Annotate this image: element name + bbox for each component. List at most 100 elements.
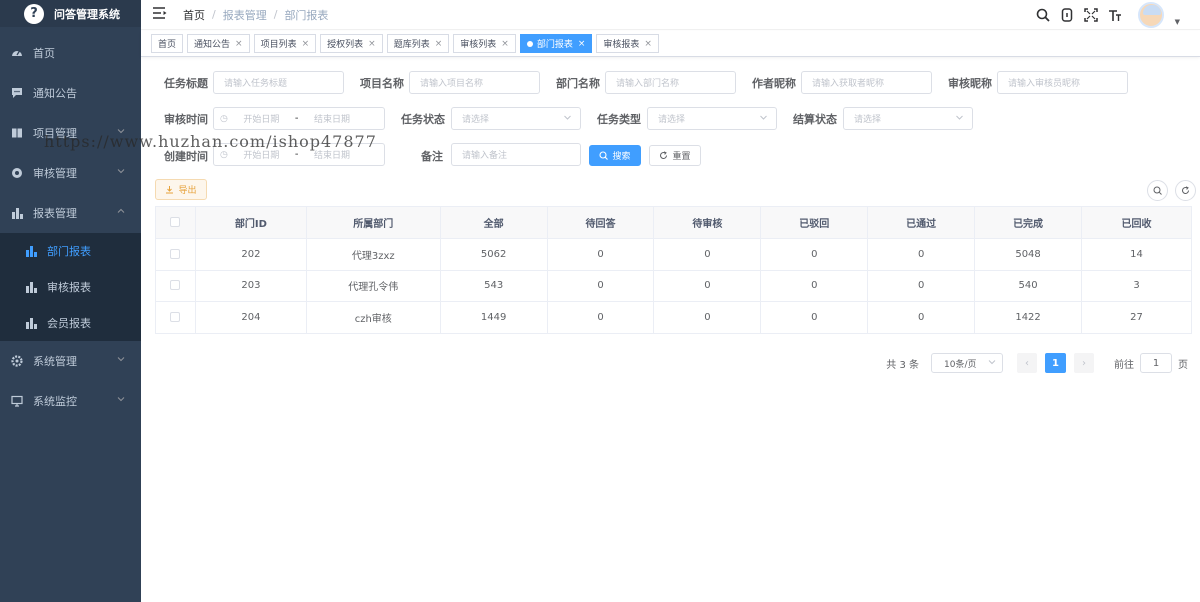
table-cell: 202 bbox=[194, 238, 307, 271]
export-button-label: 导出 bbox=[178, 186, 197, 196]
avatar[interactable] bbox=[1137, 2, 1164, 28]
tag-question-list[interactable]: 题库列表 × bbox=[386, 34, 450, 53]
chevron-down-icon bbox=[563, 113, 572, 125]
bar-chart-icon bbox=[11, 207, 23, 219]
breadcrumb-current: 部门报表 bbox=[284, 8, 329, 22]
close-icon[interactable]: × bbox=[578, 39, 586, 49]
refresh-icon bbox=[660, 151, 668, 159]
search-icon[interactable] bbox=[1036, 8, 1050, 22]
table-cell: 0 bbox=[546, 301, 655, 334]
settle-status-select[interactable]: 请选择 bbox=[843, 107, 973, 130]
sidebar-item-label: 通知公告 bbox=[33, 87, 77, 100]
toggle-search-button[interactable] bbox=[1147, 180, 1168, 201]
row-checkbox[interactable] bbox=[170, 311, 181, 322]
export-button[interactable]: 导出 bbox=[155, 179, 207, 200]
sidebar-item-label: 系统管理 bbox=[33, 355, 77, 368]
task-status-select[interactable]: 请选择 bbox=[451, 107, 581, 130]
sidebar-item-label: 部门报表 bbox=[47, 245, 91, 258]
github-icon[interactable] bbox=[1060, 8, 1074, 22]
goto-page-input[interactable]: 1 bbox=[1140, 353, 1172, 373]
placeholder: 请输入获取者昵称 bbox=[812, 79, 885, 89]
column-header: 已驳回 bbox=[760, 206, 869, 239]
tag-dept-report[interactable]: 部门报表 × bbox=[519, 34, 593, 53]
sidebar-item-notice[interactable]: 通知公告 bbox=[0, 73, 141, 113]
sidebar-item-review[interactable]: 审核管理 bbox=[0, 153, 141, 193]
sidebar-item-review-report[interactable]: 审核报表 bbox=[0, 269, 141, 305]
dept-name-input[interactable]: 请输入部门名称 bbox=[605, 71, 736, 94]
reports-submenu: 部门报表 审核报表 会员报表 bbox=[0, 233, 141, 341]
table-row[interactable]: 202 代理3zxz 5062 0 0 0 0 5048 14 bbox=[155, 238, 1192, 271]
search-button[interactable]: 搜索 bbox=[589, 145, 641, 166]
page-suffix-label: 页 bbox=[1178, 359, 1188, 371]
reviewer-nick-input[interactable]: 请输入审核员昵称 bbox=[997, 71, 1128, 94]
font-size-icon[interactable] bbox=[1108, 8, 1122, 22]
sidebar-item-monitor[interactable]: 系统监控 bbox=[0, 381, 141, 421]
sidebar-item-dept-report[interactable]: 部门报表 bbox=[0, 233, 141, 269]
placeholder: 请选择 bbox=[658, 115, 686, 125]
close-icon[interactable]: × bbox=[501, 39, 509, 49]
book-icon bbox=[11, 127, 23, 139]
project-name-input[interactable]: 请输入项目名称 bbox=[409, 71, 540, 94]
next-page-button[interactable]: › bbox=[1074, 353, 1094, 373]
close-icon[interactable]: × bbox=[368, 39, 376, 49]
sidebar-item-reports[interactable]: 报表管理 bbox=[0, 193, 141, 233]
active-dot-icon bbox=[526, 40, 533, 47]
search-icon bbox=[599, 151, 609, 160]
close-icon[interactable]: × bbox=[435, 39, 443, 49]
app-logo[interactable]: ? 问答管理系统 bbox=[0, 0, 141, 27]
prev-page-button[interactable]: ‹ bbox=[1017, 353, 1037, 373]
table-row[interactable]: 203 代理孔令伟 543 0 0 0 0 540 3 bbox=[155, 269, 1192, 302]
hamburger-icon[interactable] bbox=[153, 7, 167, 22]
row-checkbox[interactable] bbox=[170, 280, 181, 291]
breadcrumb-separator: / bbox=[273, 8, 278, 21]
page-number-current[interactable]: 1 bbox=[1045, 353, 1066, 373]
column-header: 部门ID bbox=[194, 206, 307, 239]
sidebar-item-system[interactable]: 系统管理 bbox=[0, 341, 141, 381]
sidebar-item-home[interactable]: 首页 bbox=[0, 33, 141, 73]
reset-button[interactable]: 重置 bbox=[649, 145, 701, 166]
fullscreen-icon[interactable] bbox=[1083, 8, 1098, 22]
author-nick-label: 作者昵称 bbox=[752, 77, 796, 90]
tag-auth-list[interactable]: 授权列表 × bbox=[320, 34, 383, 53]
tag-review-list[interactable]: 审核列表 × bbox=[453, 34, 516, 53]
placeholder: 请输入备注 bbox=[462, 151, 508, 161]
task-title-label: 任务标题 bbox=[164, 77, 208, 90]
close-icon[interactable]: × bbox=[235, 39, 243, 49]
sidebar-item-label: 会员报表 bbox=[47, 317, 91, 330]
breadcrumb-home[interactable]: 首页 bbox=[183, 7, 205, 23]
tag-home[interactable]: 首页 bbox=[151, 34, 184, 53]
tag-project-list[interactable]: 项目列表 × bbox=[253, 34, 317, 53]
table-cell: 543 bbox=[439, 269, 548, 302]
sidebar-item-member-report[interactable]: 会员报表 bbox=[0, 305, 141, 341]
breadcrumb-reports[interactable]: 报表管理 bbox=[223, 7, 267, 23]
refresh-button[interactable] bbox=[1175, 180, 1196, 201]
task-type-select[interactable]: 请选择 bbox=[647, 107, 777, 130]
table-cell: 14 bbox=[1081, 238, 1192, 271]
tag-label: 项目列表 bbox=[260, 40, 297, 50]
close-icon[interactable]: × bbox=[302, 39, 310, 49]
tag-notice[interactable]: 通知公告 × bbox=[187, 34, 250, 53]
page-size-select[interactable]: 10条/页 bbox=[931, 353, 1003, 373]
table-cell: 0 bbox=[867, 269, 976, 302]
select-all-checkbox[interactable] bbox=[170, 217, 181, 227]
close-icon[interactable]: × bbox=[644, 39, 652, 49]
tag-review-report[interactable]: 审核报表 × bbox=[596, 34, 659, 53]
tag-label: 通知公告 bbox=[194, 40, 231, 50]
chevron-left-icon: ‹ bbox=[1025, 357, 1029, 369]
chevron-down-icon bbox=[117, 167, 125, 175]
table-cell: 0 bbox=[546, 269, 655, 302]
navbar-right: ▼ bbox=[1036, 0, 1180, 30]
task-title-input[interactable]: 请输入任务标题 bbox=[213, 71, 344, 94]
table-row[interactable]: 204 czh审核 1449 0 0 0 0 1422 27 bbox=[155, 301, 1192, 334]
author-nick-input[interactable]: 请输入获取者昵称 bbox=[801, 71, 932, 94]
row-checkbox[interactable] bbox=[170, 248, 181, 259]
sidebar: ? 问答管理系统 首页 通知公告 项目管理 审核管理 报表管理 部门报表 审核报… bbox=[0, 0, 141, 602]
table-cell: 代理3zxz bbox=[305, 238, 441, 271]
remark-input[interactable]: 请输入备注 bbox=[451, 143, 581, 166]
caret-down-icon[interactable]: ▼ bbox=[1175, 18, 1180, 26]
tag-label: 题库列表 bbox=[393, 40, 430, 50]
select-all-cell bbox=[155, 206, 196, 239]
tag-label: 审核列表 bbox=[460, 40, 497, 50]
table-cell: 27 bbox=[1081, 301, 1192, 334]
review-time-range[interactable]: ◷ 开始日期 - 结束日期 bbox=[213, 107, 385, 130]
